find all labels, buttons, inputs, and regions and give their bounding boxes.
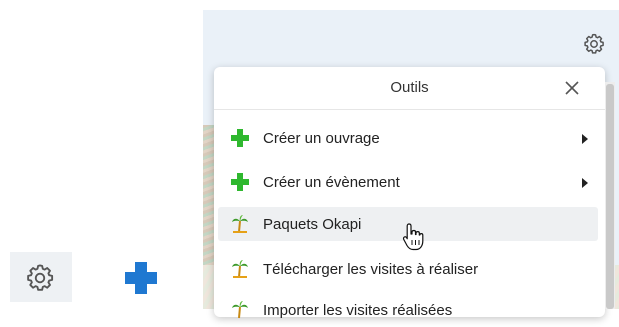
- menu-item-label: Paquets Okapi: [263, 215, 362, 233]
- menu-item-creer-evenement[interactable]: Créer un évènement: [218, 165, 598, 199]
- chevron-right-icon: [582, 134, 588, 144]
- menu-item-label: Télécharger les visites à réaliser: [263, 260, 479, 278]
- menu-item-label: Importer les visites réalisées: [263, 301, 453, 319]
- menu-item-importer-visites[interactable]: Importer les visites réalisées: [218, 293, 598, 327]
- menu-item-creer-ouvrage[interactable]: Créer un ouvrage: [218, 121, 598, 155]
- menu-scrollbar-thumb[interactable]: [606, 84, 614, 309]
- green-plus-icon: [231, 129, 249, 147]
- palm-tree-icon: [232, 301, 248, 319]
- palm-tree-icon: [232, 260, 248, 278]
- menu-item-label: Créer un ouvrage: [263, 129, 380, 147]
- tools-menu: Outils Créer un ouvrage Créer un évèneme…: [214, 67, 605, 319]
- menu-item-telecharger-visites[interactable]: Télécharger les visites à réaliser: [218, 252, 598, 286]
- blue-plus-icon: [125, 262, 157, 294]
- green-plus-icon: [231, 173, 249, 191]
- hand-pointer-cursor-icon: [402, 223, 424, 251]
- tools-menu-header: Outils: [214, 67, 605, 110]
- close-icon[interactable]: [562, 78, 582, 98]
- gear-icon[interactable]: [24, 262, 56, 294]
- chevron-right-icon: [582, 178, 588, 188]
- menu-item-label: Créer un évènement: [263, 173, 400, 191]
- tools-menu-title: Outils: [390, 79, 429, 96]
- gear-icon[interactable]: [582, 32, 606, 56]
- palm-tree-icon: [232, 215, 248, 233]
